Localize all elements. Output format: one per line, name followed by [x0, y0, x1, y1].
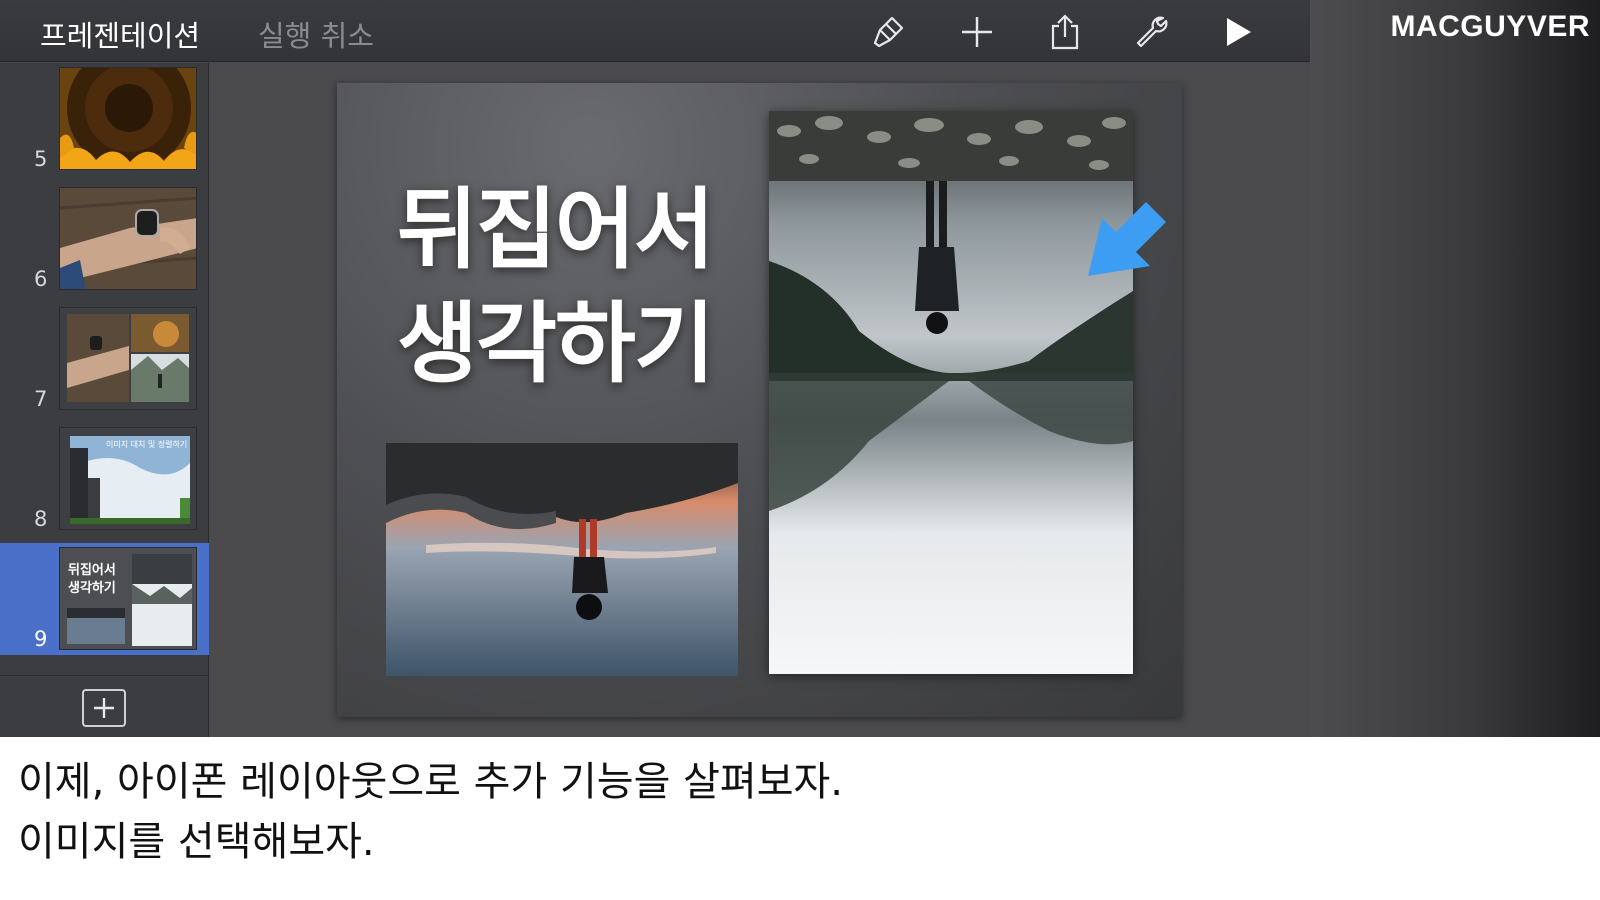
collage-thumbnail	[59, 307, 197, 410]
presentations-button[interactable]: 프레젠테이션	[40, 13, 200, 55]
plus-icon	[94, 698, 114, 718]
sidebar-divider	[0, 675, 209, 676]
toolbar: 프레젠테이션 실행 취소	[0, 0, 1310, 62]
slide-title-line: 뒤집어서	[397, 178, 715, 281]
watch-thumbnail	[59, 187, 197, 290]
thumbnail-title-line: 생각하기	[68, 581, 116, 596]
slide-number: 7	[34, 387, 48, 411]
upside-down-lake-reflection-image[interactable]	[769, 111, 1133, 674]
slide-number: 6	[34, 267, 48, 291]
brand-logo: MACGUYVER	[1390, 10, 1590, 43]
thumbnail-title-line: 뒤집어서	[68, 563, 116, 578]
keynote-app: 프레젠테이션 실행 취소 5 6 7 이미지 대치 및 정렬하기 8 뒤집어서 …	[0, 0, 1310, 737]
slide-title-line: 생각하기	[397, 292, 715, 395]
upside-down-person-sunset-image[interactable]	[386, 443, 738, 676]
slide-number: 9	[34, 627, 48, 651]
slide-canvas: 뒤집어서 생각하기	[209, 63, 1310, 737]
slide[interactable]: 뒤집어서 생각하기	[337, 83, 1182, 717]
slide-thumbnail-6[interactable]: 6	[0, 183, 209, 295]
thumbnail-caption: 이미지 대치 및 정렬하기	[106, 440, 188, 449]
caption-line: 이제, 아이폰 레이아웃으로 추가 기능을 살펴보자.	[18, 759, 844, 805]
slide-thumbnail-5[interactable]: 5	[0, 63, 209, 175]
watermark-area: MACGUYVER	[1310, 0, 1600, 737]
slide-title[interactable]: 뒤집어서 생각하기	[397, 173, 717, 401]
play-icon[interactable]	[1218, 12, 1258, 52]
slide-thumbnail-9[interactable]: 뒤집어서 생각하기 9	[0, 543, 209, 655]
slide-number: 5	[34, 147, 48, 171]
pointer-arrow-icon	[1084, 196, 1170, 282]
subtitle-caption: 이제, 아이폰 레이아웃으로 추가 기능을 살펴보자. 이미지를 선택해보자.	[18, 752, 1578, 872]
undo-button[interactable]: 실행 취소	[258, 13, 374, 55]
caption-line: 이미지를 선택해보자.	[18, 819, 375, 865]
add-slide-button[interactable]	[82, 689, 126, 727]
current-slide-thumbnail: 뒤집어서 생각하기	[59, 547, 197, 650]
sunflower-thumbnail	[59, 67, 197, 170]
sky-thumbnail: 이미지 대치 및 정렬하기	[59, 427, 197, 530]
share-icon[interactable]	[1045, 12, 1085, 52]
thumbnail-title: 뒤집어서 생각하기	[68, 562, 116, 598]
plus-icon[interactable]	[957, 12, 997, 52]
slide-thumbnail-8[interactable]: 이미지 대치 및 정렬하기 8	[0, 423, 209, 535]
slide-thumbnail-7[interactable]: 7	[0, 303, 209, 415]
wrench-icon[interactable]	[1131, 12, 1171, 52]
slide-number: 8	[34, 507, 48, 531]
paintbrush-icon[interactable]	[869, 12, 909, 52]
slide-navigator: 5 6 7 이미지 대치 및 정렬하기 8 뒤집어서 생각하기 9	[0, 63, 209, 737]
